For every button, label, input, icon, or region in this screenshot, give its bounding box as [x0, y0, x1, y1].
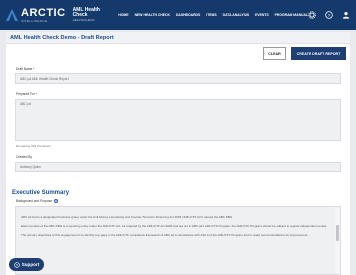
svg-text:?: ? [16, 263, 18, 267]
help-icon[interactable]: ? [325, 11, 333, 19]
header-actions: ? [308, 11, 350, 19]
sub-brand: AML Health Check HEALTHCHECK [73, 8, 109, 22]
brand-tagline: INTELLIGENCE [21, 18, 48, 23]
executive-summary-heading: Executive Summary [12, 190, 70, 196]
clear-button[interactable]: CLEAR [263, 47, 286, 60]
nav-data-analysis[interactable]: DATA ANALYSIS [223, 13, 249, 17]
created-by-value: Anthony Quinn [20, 165, 42, 169]
nav-events[interactable]: EVENTS [255, 13, 269, 17]
nav-new-health-check[interactable]: NEW HEALTH CHECK [135, 13, 170, 17]
page-title: AML Health Check Demo - Draft Report [10, 34, 114, 41]
create-draft-report-button[interactable]: CREATE DRAFT REPORT [291, 47, 346, 60]
sub-brand-tag: HEALTHCHECK [72, 18, 95, 22]
scrollbar-thumb[interactable] [336, 225, 339, 241]
nav-program-manual[interactable]: PROGRAM MANUAL [275, 13, 308, 17]
background-purpose-text: Background and Purpose [16, 199, 52, 203]
top-navigation-bar: ARCTIC INTELLIGENCE AML Health Check HEA… [0, 0, 356, 30]
summary-paragraph-1: ABC pd forms a designated business group… [21, 215, 234, 219]
draft-report-panel: AML Health Check Demo - Draft Report CLE… [6, 32, 350, 275]
arctic-logo[interactable]: ARCTIC INTELLIGENCE [6, 6, 66, 23]
gear-icon[interactable] [308, 11, 316, 19]
nav-items[interactable]: ITEMS [206, 13, 216, 17]
user-icon[interactable] [342, 11, 350, 19]
support-button[interactable]: ? Support [9, 258, 44, 271]
svg-text:?: ? [328, 13, 331, 19]
action-buttons: CLEAR CREATE DRAFT REPORT [263, 47, 346, 60]
arctic-logo-icon [6, 9, 18, 21]
support-icon: ? [13, 261, 20, 268]
prepared-for-label: Prepared For * [16, 92, 37, 96]
summary-paragraph-3: The primary objectives of this engagemen… [21, 233, 309, 238]
nav-dashboards[interactable]: DASHBOARDS [176, 13, 200, 17]
created-by-label: Created By [16, 155, 32, 159]
prepared-for-textarea[interactable] [15, 99, 341, 141]
brand-name: ARCTIC [21, 6, 66, 19]
remaining-characters: Remaining 993 characters [16, 144, 52, 148]
main-nav: HOME NEW HEALTH CHECK DASHBOARDS ITEMS D… [118, 13, 308, 17]
background-purpose-label: Background and Purpose ? [16, 199, 58, 203]
summary-paragraph-2: Each member of the ABC DBG is a reportin… [21, 223, 327, 228]
nav-home[interactable]: HOME [118, 13, 128, 17]
draft-name-value: ABC pd AML Health Check Report [20, 77, 69, 81]
created-by-field [15, 162, 341, 172]
background-purpose-textarea[interactable]: ABC pd forms a designated business group… [15, 206, 341, 275]
info-icon[interactable]: ? [53, 199, 58, 203]
support-label: Support [21, 262, 40, 267]
page-title-bar: AML Health Check Demo - Draft Report [6, 32, 350, 44]
sub-brand-name: AML Health Check [72, 7, 100, 18]
draft-name-label: Draft Name * [16, 67, 35, 71]
prepared-for-value: ABC pd [20, 102, 31, 106]
textarea-scrollbar[interactable] [335, 207, 340, 274]
